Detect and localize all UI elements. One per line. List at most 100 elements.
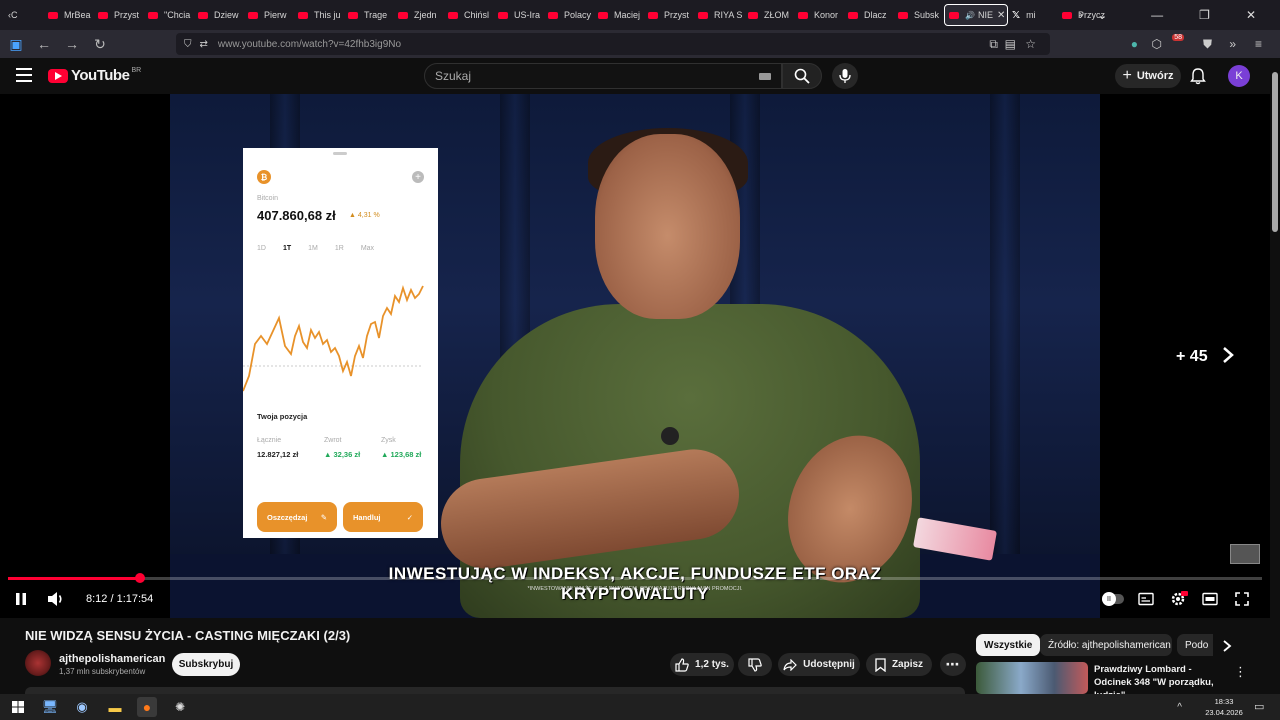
keyboard-icon[interactable] bbox=[759, 73, 771, 80]
channel-name[interactable]: ajthepolishamerican bbox=[59, 653, 165, 665]
browser-tab[interactable]: Subsk bbox=[894, 4, 944, 26]
audio-playing-icon[interactable]: 🔊 bbox=[965, 11, 975, 20]
stat-value: ▲ 32,36 zł bbox=[324, 450, 361, 459]
autoplay-toggle[interactable]: II bbox=[1102, 589, 1124, 609]
file-explorer-icon[interactable]: ▬ bbox=[105, 697, 125, 717]
browser-tab[interactable]: Pierw bbox=[244, 4, 294, 26]
account-avatar[interactable]: K bbox=[1228, 65, 1250, 87]
browser-tab-active[interactable]: 🔊 NIE ✕ bbox=[944, 4, 1008, 26]
subtitles-button[interactable] bbox=[1138, 589, 1154, 609]
reader-icon[interactable]: ▤ bbox=[1005, 37, 1016, 51]
reload-icon[interactable]: ↻ bbox=[88, 36, 112, 53]
overflow-chevron-icon[interactable]: » bbox=[1229, 37, 1236, 51]
progress-scrubber[interactable] bbox=[134, 573, 145, 583]
dislike-button[interactable] bbox=[738, 653, 772, 676]
browser-tab[interactable]: MrBea bbox=[44, 4, 94, 26]
page-scrollbar[interactable] bbox=[1270, 58, 1280, 694]
extension-badge[interactable]: 58 bbox=[1172, 34, 1184, 41]
chevron-right-icon[interactable] bbox=[1221, 346, 1235, 364]
browser-tab[interactable]: Przyst bbox=[644, 4, 694, 26]
save-button[interactable]: Zapisz bbox=[866, 653, 932, 676]
browser-tab[interactable]: RIYA S bbox=[694, 4, 744, 26]
create-label: Utwórz bbox=[1136, 70, 1174, 82]
recommended-more-icon[interactable]: ⋮ bbox=[1234, 664, 1247, 680]
browser-tab[interactable]: "Chcia bbox=[144, 4, 194, 26]
chip-scroll-right-icon[interactable] bbox=[1222, 640, 1232, 652]
progress-bar[interactable] bbox=[8, 573, 1262, 583]
tab-label: Chińsl bbox=[464, 10, 490, 20]
browser-tab[interactable]: Polacy bbox=[544, 4, 594, 26]
start-windows-icon[interactable] bbox=[8, 697, 28, 717]
notifications-icon[interactable]: ▭ bbox=[1254, 700, 1264, 713]
pause-button[interactable] bbox=[14, 589, 28, 609]
browser-tab[interactable]: Konor bbox=[794, 4, 844, 26]
subscribe-button[interactable]: Subskrybuj bbox=[172, 653, 240, 676]
search-button[interactable] bbox=[782, 63, 822, 89]
steam-icon[interactable]: ◉ bbox=[72, 697, 92, 717]
browser-tab[interactable]: Maciej bbox=[594, 4, 644, 26]
app-monitor-icon[interactable]: 🖥 bbox=[40, 697, 60, 717]
browser-tab[interactable]: 𝕏mi bbox=[1008, 4, 1058, 26]
menu-icon[interactable] bbox=[16, 68, 32, 82]
clock[interactable]: 18:33 23.04.2026 bbox=[1200, 696, 1248, 718]
firefox-icon[interactable]: ● bbox=[137, 697, 157, 717]
bookmark-star-icon[interactable]: ☆ bbox=[1025, 37, 1036, 51]
forward-icon[interactable]: → bbox=[60, 36, 84, 52]
more-actions-button[interactable]: ⋯ bbox=[940, 653, 966, 676]
asset-price: 407.860,68 zł bbox=[257, 208, 336, 223]
browser-tab[interactable]: Dlacz bbox=[844, 4, 894, 26]
play-logo-icon bbox=[48, 68, 68, 83]
browser-tab[interactable]: Dziew bbox=[194, 4, 244, 26]
sidebar-toggle-icon[interactable]: ▣ bbox=[4, 36, 28, 53]
menu-icon[interactable]: ≡ bbox=[1255, 37, 1262, 51]
settings-button[interactable] bbox=[1170, 589, 1188, 609]
video-player[interactable]: ₿ + Bitcoin 407.860,68 zł ▲ 4,31 % 1D 1T 1… bbox=[0, 94, 1270, 618]
close-window-icon[interactable]: ✕ bbox=[1246, 8, 1256, 22]
voice-search-button[interactable] bbox=[832, 63, 858, 89]
tab-list-icon[interactable]: ⌄ bbox=[1097, 8, 1107, 22]
create-button[interactable]: + Utwórz bbox=[1115, 64, 1181, 88]
browser-tab[interactable]: Zjedn bbox=[394, 4, 444, 26]
browser-tab[interactable]: ‹ C bbox=[4, 4, 44, 26]
chip-channel[interactable]: Źródło: ajthepolishamerican bbox=[1040, 634, 1172, 656]
extensions-icon[interactable]: ⬡ bbox=[1152, 37, 1162, 51]
permissions-icon[interactable]: ⇄ bbox=[200, 39, 208, 50]
pip-icon[interactable]: ⧉ bbox=[989, 37, 998, 52]
chip-all[interactable]: Wszystkie bbox=[976, 634, 1041, 656]
browser-tab[interactable]: ZŁOM bbox=[744, 4, 794, 26]
chip-related[interactable]: Podo bbox=[1177, 634, 1213, 656]
browser-tab[interactable]: Trage bbox=[344, 4, 394, 26]
browser-tab[interactable]: Przyst bbox=[94, 4, 144, 26]
shield-icon[interactable]: ⛉ bbox=[184, 39, 192, 50]
youtube-favicon-icon bbox=[198, 11, 208, 19]
fullscreen-button[interactable] bbox=[1235, 589, 1249, 609]
description-box[interactable] bbox=[25, 687, 965, 694]
theater-mode-button[interactable] bbox=[1202, 589, 1218, 609]
plus-icon: + bbox=[1122, 67, 1132, 84]
browser-tab[interactable]: US-Ira bbox=[494, 4, 544, 26]
skip-forward-count[interactable]: + 45 bbox=[1176, 348, 1208, 366]
minimize-icon[interactable]: — bbox=[1151, 8, 1163, 22]
app-misc-icon[interactable]: ✺ bbox=[170, 697, 190, 717]
shield-ext-icon[interactable]: ⛊ bbox=[1203, 37, 1212, 52]
browser-tab[interactable]: Chińsl bbox=[444, 4, 494, 26]
search-input[interactable]: Szukaj bbox=[424, 63, 782, 89]
channel-avatar[interactable] bbox=[25, 650, 51, 676]
share-button[interactable]: Udostępnij bbox=[778, 653, 860, 676]
tab-scroll-right-icon[interactable]: › bbox=[1079, 8, 1083, 22]
youtube-logo[interactable]: YouTube BR bbox=[48, 67, 141, 84]
tray-chevron-icon[interactable]: ^ bbox=[1177, 702, 1182, 713]
like-button[interactable]: 1,2 tys. bbox=[670, 653, 734, 676]
youtube-favicon-icon bbox=[48, 11, 58, 19]
close-tab-icon[interactable]: ✕ bbox=[997, 10, 1005, 21]
restore-icon[interactable]: ❐ bbox=[1199, 8, 1210, 22]
back-icon[interactable]: ← bbox=[32, 36, 56, 52]
browser-tab[interactable]: This ju bbox=[294, 4, 344, 26]
recommended-thumbnail[interactable] bbox=[976, 662, 1088, 694]
search-icon bbox=[794, 68, 810, 84]
vpn-icon[interactable]: ● bbox=[1131, 37, 1138, 51]
address-bar[interactable]: ⛉ ⇄ www.youtube.com/watch?v=42fhb3ig9No bbox=[176, 33, 1050, 55]
volume-button[interactable] bbox=[47, 589, 65, 609]
scrollbar-thumb[interactable] bbox=[1272, 72, 1278, 232]
notifications-button[interactable] bbox=[1190, 67, 1206, 90]
